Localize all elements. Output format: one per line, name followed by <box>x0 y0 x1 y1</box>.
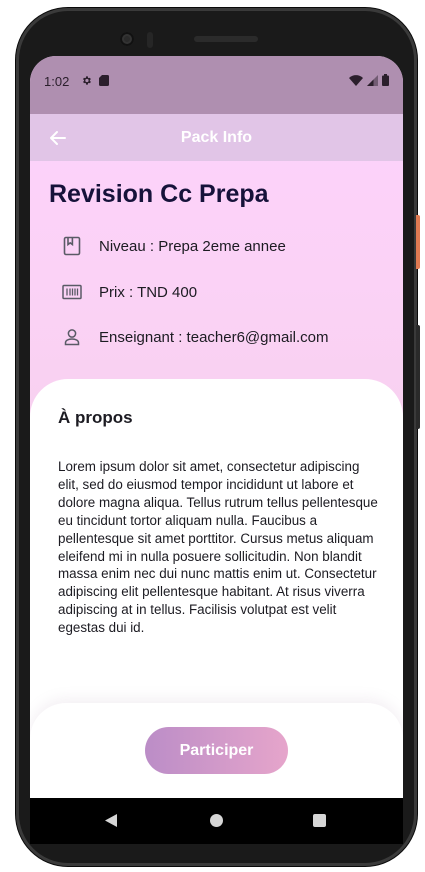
status-icons-right <box>349 73 389 91</box>
earpiece-speaker <box>194 36 258 42</box>
about-title: À propos <box>58 408 133 427</box>
system-navigation-bar <box>30 798 403 844</box>
front-camera <box>120 32 134 46</box>
volume-button[interactable] <box>416 325 420 429</box>
info-row-price: Prix : TND 400 <box>62 280 197 304</box>
app-screen: 1:02 Pack Info Revision Cc Prepa Niveau … <box>30 56 403 798</box>
app-bar: Pack Info <box>30 114 403 161</box>
gear-icon <box>81 73 92 91</box>
info-row-level: Niveau : Prepa 2eme annee <box>62 234 286 258</box>
status-time: 1:02 <box>44 74 70 89</box>
page-title: Pack Info <box>180 129 253 146</box>
status-icons-left <box>81 73 109 91</box>
proximity-sensor <box>147 32 153 48</box>
info-row-teacher: Enseignant : teacher6@gmail.com <box>62 325 329 349</box>
nav-home-icon[interactable] <box>210 814 223 827</box>
bottom-action-panel: Participer <box>30 703 403 798</box>
power-button[interactable] <box>416 215 420 269</box>
battery-icon <box>382 73 389 91</box>
nav-back-icon[interactable] <box>104 813 118 833</box>
barcode-icon <box>62 282 82 302</box>
book-icon <box>62 236 82 256</box>
level-text: Niveau : Prepa 2eme annee <box>99 237 286 255</box>
about-description: Lorem ipsum dolor sit amet, consectetur … <box>58 459 378 636</box>
participate-button[interactable]: Participer <box>145 727 288 774</box>
status-bar: 1:02 <box>30 56 403 114</box>
person-icon <box>62 327 82 347</box>
sd-card-icon <box>99 73 109 91</box>
teacher-text: Enseignant : teacher6@gmail.com <box>99 328 329 346</box>
signal-icon <box>367 73 378 91</box>
nav-recents-icon[interactable] <box>313 814 326 827</box>
course-title: Revision Cc Prepa <box>49 180 269 208</box>
price-text: Prix : TND 400 <box>99 283 198 301</box>
wifi-icon <box>349 73 363 91</box>
